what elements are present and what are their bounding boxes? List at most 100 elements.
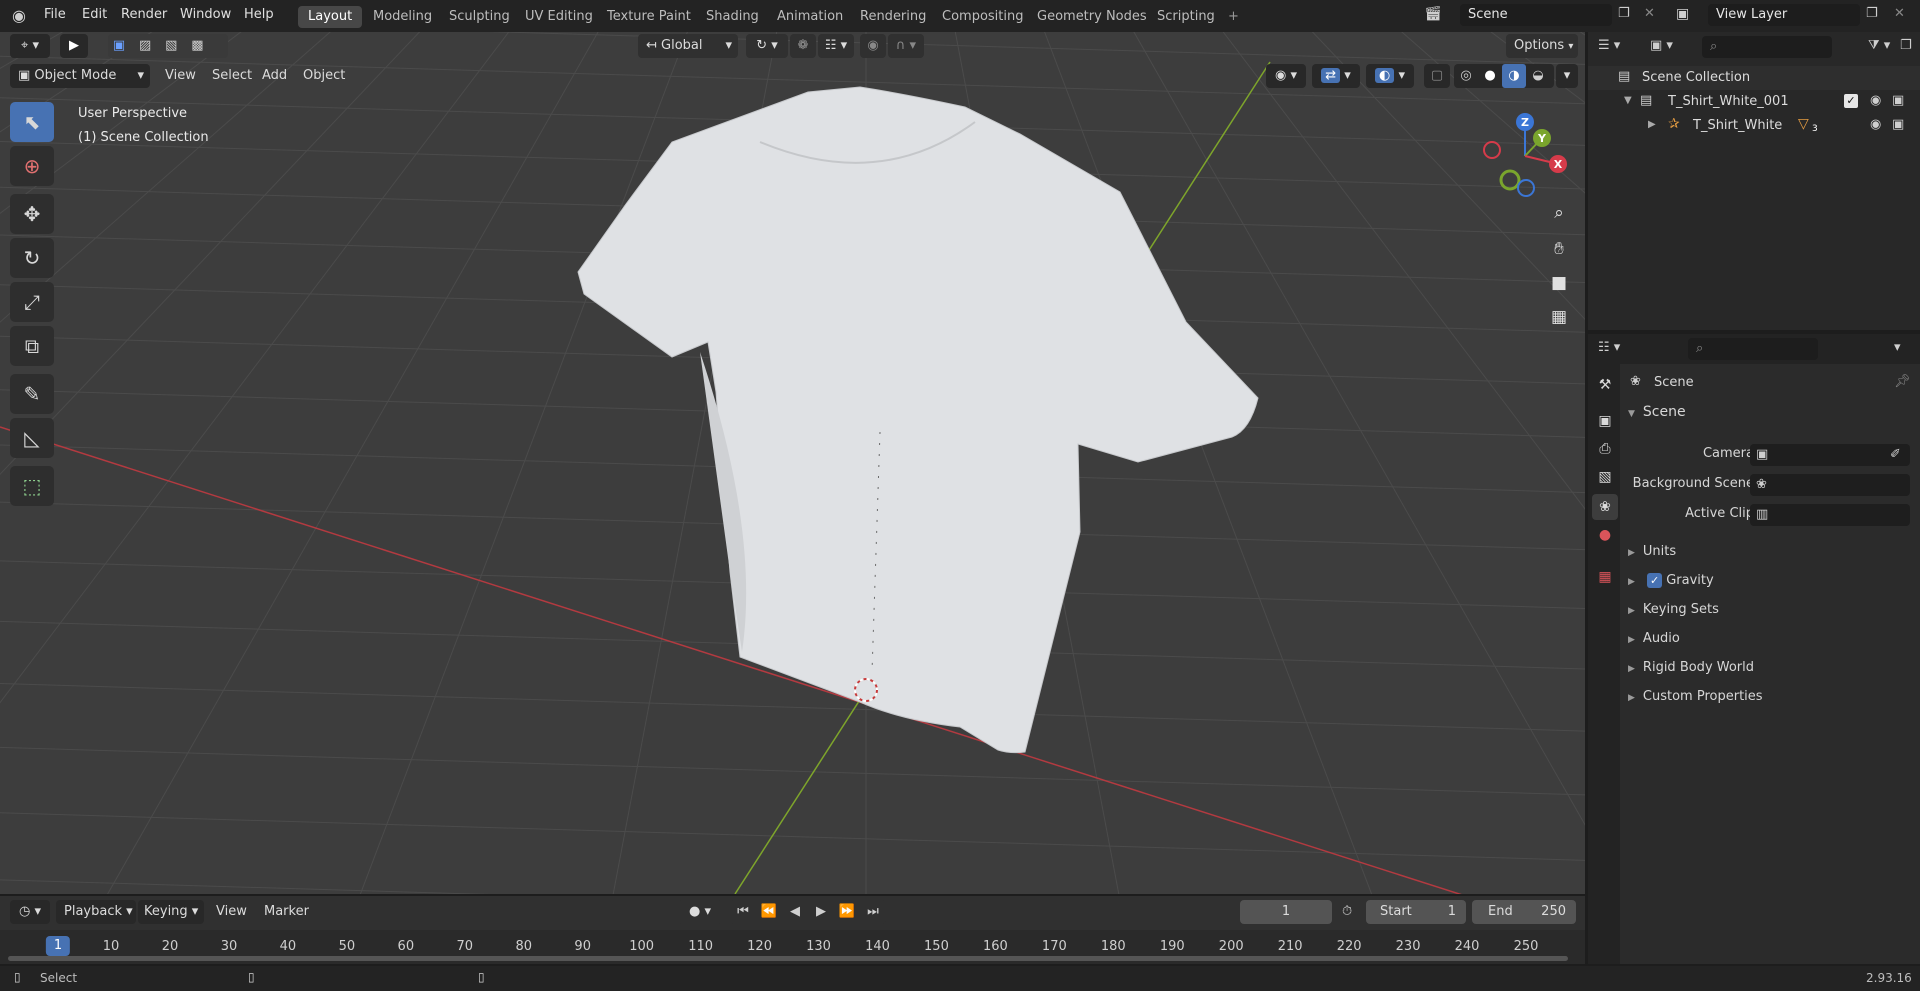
viewport-scene[interactable] [0,32,1585,894]
snap-toggle[interactable]: ❁ [790,34,816,58]
wireframe-shading-icon[interactable]: ◎ [1454,64,1478,88]
timeline-menu-playback[interactable]: Playback ▾ [56,900,136,924]
selection-mode-buttons[interactable]: ▣ ▨ ▧ ▩ ▦ [108,34,228,77]
collection-checkbox[interactable]: ✓ [1844,94,1858,108]
tab-geometry-nodes[interactable]: Geometry Nodes [1027,6,1157,28]
select-subtract-icon[interactable]: ▧ [160,34,182,58]
menu-edit[interactable]: Edit [82,7,107,22]
add-workspace-button[interactable]: + [1222,6,1245,28]
panel-gravity[interactable]: ▶ ✓ Gravity [1628,573,1714,588]
view-layer-icon[interactable]: ▣ [1676,6,1689,22]
pivot-point-dropdown[interactable]: ↻ ▾ [746,34,788,58]
new-collection-icon[interactable]: ❐ [1900,38,1912,53]
start-frame-field[interactable]: Start 1 [1366,900,1466,924]
world-tab-icon[interactable]: ● [1592,522,1618,548]
tab-layout[interactable]: Layout [298,6,363,28]
filter-icon[interactable]: ⧩ ▾ [1868,38,1890,53]
next-keyframe-icon[interactable]: ⏩ [834,900,860,924]
panel-units[interactable]: ▶ Units [1628,544,1676,559]
pin-icon[interactable]: 📌︎ [1894,374,1911,389]
eyedropper-icon[interactable]: ✐ [1890,447,1901,462]
shading-mode-buttons[interactable]: ◎ ● ◑ ◒ [1454,64,1554,88]
tab-texture-paint[interactable]: Texture Paint [597,6,701,28]
viewport-menu-add[interactable]: Add [254,64,295,88]
gravity-checkbox[interactable]: ✓ [1647,573,1663,588]
menu-window[interactable]: Window [180,7,231,22]
select-tool-mode[interactable]: ▶ [60,34,88,58]
select-extend-icon[interactable]: ▨ [134,34,156,58]
playback-controls[interactable]: ⏮ ⏪ ◀ ▶ ⏩ ⏭ [730,900,886,924]
timeline-editor-button[interactable]: ◷ ▾ [10,900,50,924]
rendered-shading-icon[interactable]: ◒ [1526,64,1550,88]
render-camera-icon[interactable]: ▣ [1892,93,1904,108]
scale-tool[interactable]: ⤢ [10,282,54,322]
panel-rigid-body-world[interactable]: ▶ Rigid Body World [1628,660,1754,675]
proportional-edit-toggle[interactable]: ◉ [860,34,886,58]
material-shading-icon[interactable]: ◑ [1502,64,1526,88]
tab-sculpting[interactable]: Sculpting [439,6,520,28]
tab-modeling[interactable]: Modeling [363,6,442,28]
transform-tool[interactable]: ⧉ [10,326,54,366]
tab-scripting[interactable]: Scripting [1147,6,1225,28]
panel-audio[interactable]: ▶ Audio [1628,631,1680,646]
jump-start-icon[interactable]: ⏮ [730,900,756,924]
navigation-gizmo[interactable]: Z Y X [1480,108,1570,198]
properties-editor-icon[interactable]: ☷ ▾ [1598,340,1620,355]
overlay-toggle[interactable]: ◐ ▾ [1366,64,1414,88]
jump-end-icon[interactable]: ⏭ [860,900,886,924]
editor-type-button[interactable]: ⌖ ▾ [10,34,50,58]
transform-orientation-dropdown[interactable]: ↤ Global ▾ [638,34,738,58]
move-tool[interactable]: ✥ [10,194,54,234]
texture-tab-icon[interactable]: ▦ [1592,564,1618,590]
3d-viewport[interactable]: ⌖ ▾ ▶ ▣ ▨ ▧ ▩ ▦ ↤ Global ▾ ↻ ▾ ❁ ☷ ▾ ◉ ∩… [0,32,1585,894]
play-reverse-icon[interactable]: ◀ [782,900,808,924]
close-scene-icon[interactable]: ✕ [1644,6,1655,21]
menu-file[interactable]: File [44,7,66,22]
modifier-badge-icon[interactable]: ▽ [1798,116,1809,132]
current-frame-field[interactable]: 1 [1240,900,1332,924]
measure-tool[interactable]: ◺ [10,418,54,458]
tab-shading[interactable]: Shading [696,6,769,28]
panel-keying-sets[interactable]: ▶ Keying Sets [1628,602,1719,617]
tool-tab-icon[interactable]: ⚒ [1592,372,1618,398]
scene-name-field[interactable]: Scene [1460,4,1612,26]
outliner-row-object[interactable]: ▶ ✰ T_Shirt_White ▽ 3 ◉ ▣ [1588,114,1920,138]
proportional-falloff-dropdown[interactable]: ∩ ▾ [888,34,924,58]
pan-hand-icon[interactable]: ✋︎ [1544,234,1574,264]
gizmo-toggle[interactable]: ⇄ ▾ [1312,64,1360,88]
timeline-menu-view[interactable]: View [208,900,255,924]
output-tab-icon[interactable]: ⎙ [1592,436,1618,462]
shading-options-dropdown[interactable]: ▾ [1556,64,1578,88]
options-dropdown[interactable]: Options ▾ [1506,34,1578,58]
scene-selector-icon[interactable]: 🎬︎ [1424,6,1442,22]
close-view-layer-icon[interactable]: ✕ [1894,6,1905,21]
outliner-row-collection[interactable]: ▼ ▤ T_Shirt_White_001 ✓ ◉ ▣ [1588,90,1920,114]
timeline-menu-keying[interactable]: Keying ▾ [138,900,204,924]
viewport-menu-view[interactable]: View [157,64,204,88]
outliner-search-input[interactable]: ⌕ [1702,36,1832,58]
tab-compositing[interactable]: Compositing [932,6,1034,28]
scene-tab-icon[interactable]: ❀ [1592,494,1618,520]
snap-settings-dropdown[interactable]: ☷ ▾ [818,34,854,58]
timeline-menu-marker[interactable]: Marker [256,900,317,924]
rotate-tool[interactable]: ↻ [10,238,54,278]
properties-search-input[interactable]: ⌕ [1688,338,1818,360]
select-difference-icon[interactable]: ▩ [186,34,208,58]
tab-rendering[interactable]: Rendering [850,6,936,28]
view-layer-field[interactable]: View Layer [1708,4,1860,26]
xray-toggle[interactable]: ▢ [1424,64,1450,88]
new-scene-icon[interactable]: ❐ [1618,6,1630,21]
properties-options-icon[interactable]: ▾ [1894,340,1901,355]
new-view-layer-icon[interactable]: ❐ [1866,6,1878,21]
prev-keyframe-icon[interactable]: ⏪ [756,900,782,924]
outliner-root-row[interactable]: ▤ Scene Collection [1588,66,1920,90]
play-icon[interactable]: ▶ [808,900,834,924]
menu-help[interactable]: Help [244,7,274,22]
expand-arrow-icon[interactable]: ▼ [1624,95,1632,106]
zoom-icon[interactable]: ⌕ [1544,198,1574,228]
solid-shading-icon[interactable]: ● [1478,64,1502,88]
auto-keying-toggle[interactable]: ● ▾ [678,900,722,924]
viewport-menu-object[interactable]: Object [295,64,353,88]
end-frame-field[interactable]: End 250 [1472,900,1576,924]
select-new-icon[interactable]: ▣ [108,34,130,58]
